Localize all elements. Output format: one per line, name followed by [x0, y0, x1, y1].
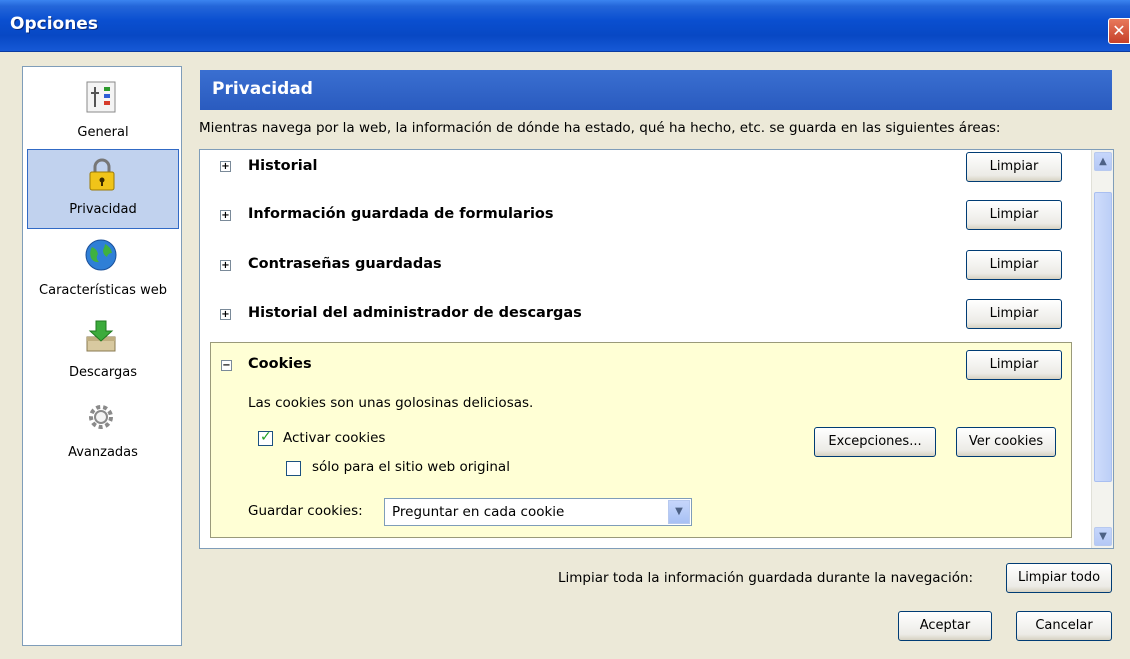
keep-cookies-value: Preguntar en cada cookie	[392, 504, 565, 520]
section-title: Historial	[248, 158, 318, 174]
clear-all-button[interactable]: Limpiar todo	[1006, 563, 1112, 593]
original-site-only-label: sólo para el sitio web original	[312, 459, 510, 475]
privacy-sections-list: + Historial Limpiar + Información guarda…	[199, 149, 1114, 549]
cookies-section: − Cookies Limpiar Las cookies son unas g…	[210, 342, 1072, 538]
scroll-thumb[interactable]	[1094, 192, 1112, 482]
sidebar-item-general[interactable]: General	[27, 73, 179, 153]
original-site-only-checkbox[interactable]	[286, 461, 301, 476]
expand-icon[interactable]: +	[220, 309, 231, 320]
pane-description: Mientras navega por la web, la informaci…	[199, 120, 1001, 136]
chevron-down-icon[interactable]: ▼	[668, 500, 690, 524]
checkmark-icon: ✓	[260, 429, 272, 445]
cancel-button[interactable]: Cancelar	[1016, 611, 1112, 641]
scroll-down-icon[interactable]: ▼	[1094, 527, 1112, 546]
gears-icon	[89, 405, 113, 429]
close-button[interactable]: ✕	[1108, 18, 1130, 44]
close-icon[interactable]: ✕	[1112, 21, 1125, 40]
category-sidebar: General Privacidad Características web D…	[22, 66, 182, 646]
collapse-icon[interactable]: −	[221, 360, 232, 371]
section-form-data: + Información guardada de formularios Li…	[200, 200, 1088, 250]
section-title: Información guardada de formularios	[248, 206, 554, 222]
expand-icon[interactable]: +	[220, 210, 231, 221]
downloads-icon	[86, 320, 116, 352]
globe-icon	[85, 239, 117, 271]
enable-cookies-label: Activar cookies	[283, 430, 386, 446]
sidebar-item-web-features[interactable]: Características web	[27, 231, 179, 311]
sidebar-item-label: Descargas	[68, 365, 137, 380]
keep-cookies-label: Guardar cookies:	[248, 503, 363, 519]
ok-button[interactable]: Aceptar	[898, 611, 992, 641]
clear-form-data-button[interactable]: Limpiar	[966, 200, 1062, 230]
expand-icon[interactable]: +	[220, 161, 231, 172]
enable-cookies-checkbox[interactable]: ✓	[258, 429, 273, 446]
clear-all-label: Limpiar toda la información guardada dur…	[558, 570, 974, 586]
view-cookies-button[interactable]: Ver cookies	[956, 427, 1056, 457]
section-title: Historial del administrador de descargas	[248, 305, 582, 321]
sidebar-item-label: Avanzadas	[68, 445, 138, 460]
clear-passwords-button[interactable]: Limpiar	[966, 250, 1062, 280]
exceptions-button[interactable]: Excepciones...	[814, 427, 936, 457]
section-history: + Historial Limpiar	[200, 150, 1088, 200]
section-title: Cookies	[248, 356, 312, 372]
section-passwords: + Contraseñas guardadas Limpiar	[200, 250, 1088, 300]
scroll-up-icon[interactable]: ▲	[1094, 152, 1112, 171]
pane-title: Privacidad	[200, 70, 1112, 110]
expand-icon[interactable]: +	[220, 260, 231, 271]
general-icon	[86, 81, 116, 113]
sidebar-item-label: Privacidad	[69, 202, 137, 217]
clear-history-button[interactable]: Limpiar	[966, 152, 1062, 182]
sidebar-item-advanced[interactable]: Avanzadas	[27, 393, 179, 473]
clear-download-history-button[interactable]: Limpiar	[966, 299, 1062, 329]
title-bar: Opciones ✕	[0, 0, 1130, 52]
sidebar-item-privacy[interactable]: Privacidad	[27, 149, 179, 229]
vertical-scrollbar[interactable]: ▲ ▼	[1091, 150, 1113, 548]
section-title: Contraseñas guardadas	[248, 256, 442, 272]
lock-icon	[89, 158, 115, 191]
clear-cookies-button[interactable]: Limpiar	[966, 350, 1062, 380]
sidebar-item-label: General	[77, 125, 129, 140]
keep-cookies-select[interactable]: Preguntar en cada cookie ▼	[384, 498, 692, 526]
sidebar-item-downloads[interactable]: Descargas	[27, 313, 179, 393]
sidebar-item-label: Características web	[39, 283, 167, 298]
cookies-description: Las cookies son unas golosinas deliciosa…	[248, 395, 534, 411]
options-window: Opciones ✕ General Privacidad Caracterís…	[0, 0, 1130, 659]
window-title: Opciones	[10, 14, 98, 34]
